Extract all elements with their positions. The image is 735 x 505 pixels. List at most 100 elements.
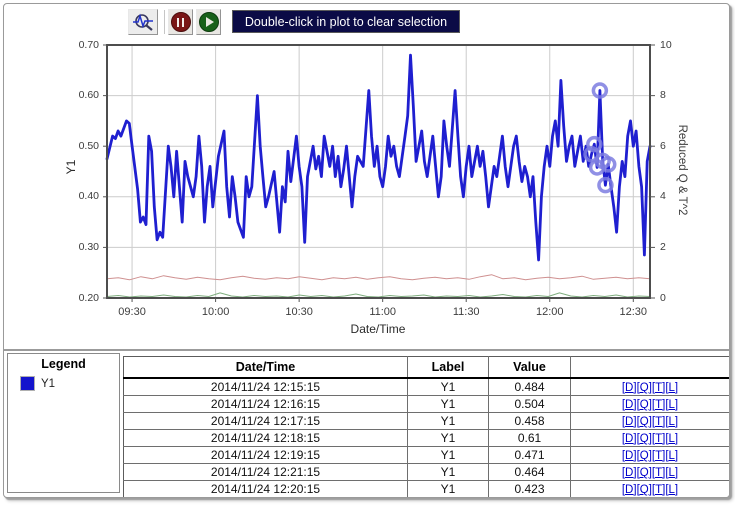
app-window: Double-click in plot to clear selection …: [3, 3, 730, 498]
detail-link-q[interactable]: [Q]: [637, 484, 652, 496]
y-right-tick-label: 6: [660, 140, 690, 153]
section-divider: [4, 349, 729, 351]
cell-datetime: 2014/11/24 12:20:15: [124, 481, 408, 498]
cell-links: [D][Q][T][L]: [571, 378, 730, 396]
cell-datetime: 2014/11/24 12:21:15: [124, 464, 408, 481]
cell-label: Y1: [408, 430, 489, 447]
cell-datetime: 2014/11/24 12:16:15: [124, 396, 408, 413]
cell-value: 0.61: [489, 430, 571, 447]
column-header-value: Value: [489, 357, 571, 379]
cell-links: [D][Q][T][L]: [571, 430, 730, 447]
cell-label: Y1: [408, 396, 489, 413]
cell-links: [D][Q][T][L]: [571, 464, 730, 481]
legend-title: Legend: [8, 357, 119, 371]
y-left-tick-label: 0.50: [59, 140, 99, 153]
cell-value: 0.471: [489, 447, 571, 464]
cell-links: [D][Q][T][L]: [571, 413, 730, 430]
y-right-axis-title: Reduced Q & T^2: [676, 109, 688, 231]
detail-link-d[interactable]: [D]: [622, 467, 637, 479]
detail-link-d[interactable]: [D]: [622, 399, 637, 411]
cell-label: Y1: [408, 378, 489, 396]
reduced-stat-pink-series-line: [107, 275, 650, 280]
detail-link-d[interactable]: [D]: [622, 450, 637, 462]
table-row[interactable]: 2014/11/24 12:21:15Y10.464[D][Q][T][L]: [124, 464, 730, 481]
detail-link-l[interactable]: [L]: [665, 416, 678, 428]
table-row[interactable]: 2014/11/24 12:16:15Y10.504[D][Q][T][L]: [124, 396, 730, 413]
cell-value: 0.423: [489, 481, 571, 498]
legend-color-swatch: [20, 376, 35, 391]
cell-datetime: 2014/11/24 12:18:15: [124, 430, 408, 447]
chart-plot[interactable]: [4, 4, 729, 345]
cell-label: Y1: [408, 464, 489, 481]
detail-link-d[interactable]: [D]: [622, 433, 637, 445]
table-row[interactable]: 2014/11/24 12:20:15Y10.423[D][Q][T][L]: [124, 481, 730, 498]
x-tick-label: 10:00: [191, 306, 241, 319]
cell-value: 0.504: [489, 396, 571, 413]
detail-link-q[interactable]: [Q]: [637, 450, 652, 462]
cell-datetime: 2014/11/24 12:15:15: [124, 378, 408, 396]
detail-link-l[interactable]: [L]: [665, 382, 678, 394]
detail-link-t[interactable]: [T]: [652, 433, 665, 445]
cell-links: [D][Q][T][L]: [571, 396, 730, 413]
column-header-date-time: Date/Time: [124, 357, 408, 379]
x-tick-label: 09:30: [107, 306, 157, 319]
cell-label: Y1: [408, 447, 489, 464]
detail-link-t[interactable]: [T]: [652, 450, 665, 462]
detail-link-l[interactable]: [L]: [665, 484, 678, 496]
reduced-stat-green-series-line: [107, 293, 650, 297]
y-left-tick-label: 0.60: [59, 89, 99, 102]
detail-link-d[interactable]: [D]: [622, 382, 637, 394]
y-left-tick-label: 0.20: [59, 292, 99, 305]
cell-datetime: 2014/11/24 12:17:15: [124, 413, 408, 430]
table-row[interactable]: 2014/11/24 12:17:15Y10.458[D][Q][T][L]: [124, 413, 730, 430]
table-row[interactable]: 2014/11/24 12:19:15Y10.471[D][Q][T][L]: [124, 447, 730, 464]
cell-value: 0.464: [489, 464, 571, 481]
y-right-tick-label: 0: [660, 292, 690, 305]
table-row[interactable]: 2014/11/24 12:18:15Y10.61[D][Q][T][L]: [124, 430, 730, 447]
detail-link-q[interactable]: [Q]: [637, 382, 652, 394]
y-left-tick-label: 0.30: [59, 241, 99, 254]
cell-value: 0.484: [489, 378, 571, 396]
detail-link-t[interactable]: [T]: [652, 399, 665, 411]
table-row[interactable]: 2014/11/24 12:15:15Y10.484[D][Q][T][L]: [124, 378, 730, 396]
detail-link-q[interactable]: [Q]: [637, 416, 652, 428]
cell-label: Y1: [408, 413, 489, 430]
y1-series-line: [107, 55, 650, 260]
legend-panel: Legend Y1: [7, 353, 120, 493]
x-tick-label: 11:00: [358, 306, 408, 319]
detail-link-d[interactable]: [D]: [622, 484, 637, 496]
x-tick-label: 12:00: [525, 306, 575, 319]
detail-link-t[interactable]: [T]: [652, 382, 665, 394]
detail-link-t[interactable]: [T]: [652, 416, 665, 428]
cell-links: [D][Q][T][L]: [571, 481, 730, 498]
y-right-tick-label: 10: [660, 39, 690, 52]
x-tick-label: 12:30: [608, 306, 658, 319]
chart-area: Y1 Reduced Q & T^2 Date/Time 0.700.600.5…: [4, 4, 729, 345]
detail-link-t[interactable]: [T]: [652, 484, 665, 496]
x-axis-title: Date/Time: [278, 322, 478, 336]
detail-link-l[interactable]: [L]: [665, 467, 678, 479]
detail-link-q[interactable]: [Q]: [637, 433, 652, 445]
detail-link-q[interactable]: [Q]: [637, 467, 652, 479]
data-table: Date/TimeLabelValue 2014/11/24 12:15:15Y…: [123, 356, 730, 498]
x-tick-label: 10:30: [274, 306, 324, 319]
detail-link-l[interactable]: [L]: [665, 399, 678, 411]
detail-link-d[interactable]: [D]: [622, 416, 637, 428]
column-header-links: [571, 357, 730, 379]
legend-item-y1[interactable]: Y1: [20, 376, 119, 391]
detail-link-q[interactable]: [Q]: [637, 399, 652, 411]
detail-link-l[interactable]: [L]: [665, 450, 678, 462]
y-left-tick-label: 0.40: [59, 190, 99, 203]
cell-value: 0.458: [489, 413, 571, 430]
legend-item-label: Y1: [41, 378, 55, 390]
cell-label: Y1: [408, 481, 489, 498]
x-tick-label: 11:30: [441, 306, 491, 319]
cell-datetime: 2014/11/24 12:19:15: [124, 447, 408, 464]
detail-link-l[interactable]: [L]: [665, 433, 678, 445]
table-header-row: Date/TimeLabelValue: [124, 357, 730, 379]
cell-links: [D][Q][T][L]: [571, 447, 730, 464]
y-right-tick-label: 2: [660, 241, 690, 254]
detail-link-t[interactable]: [T]: [652, 467, 665, 479]
y-right-tick-label: 8: [660, 89, 690, 102]
column-header-label: Label: [408, 357, 489, 379]
